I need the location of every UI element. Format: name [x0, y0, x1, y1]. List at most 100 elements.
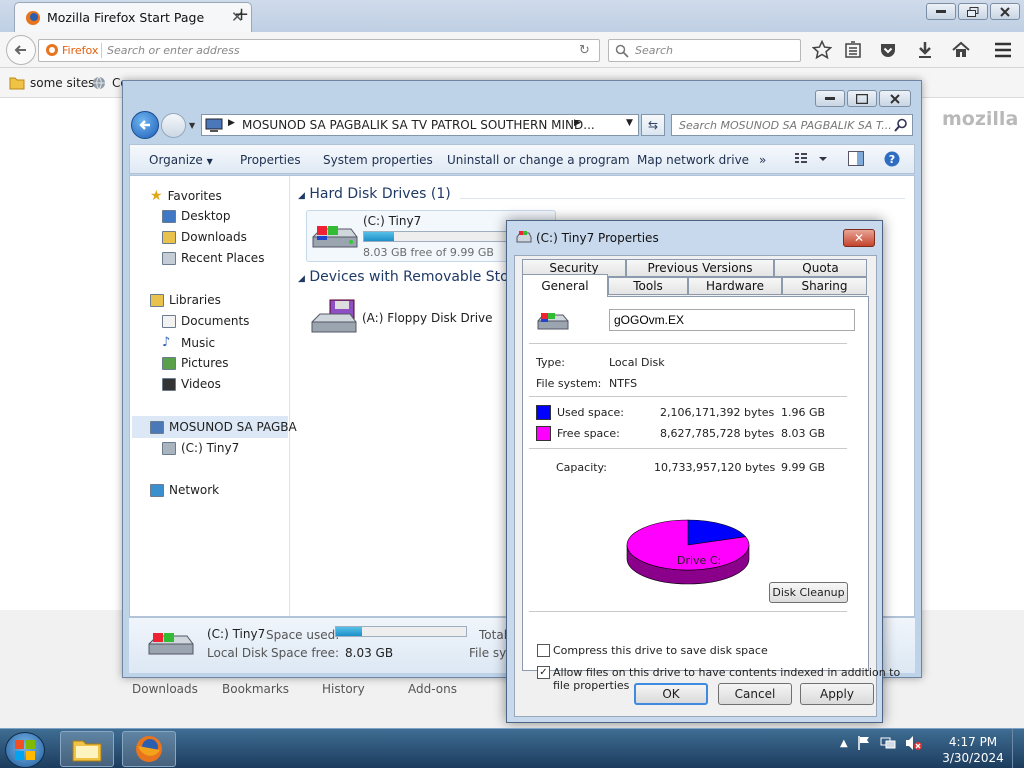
- tab-tools[interactable]: Tools: [608, 277, 688, 295]
- organize-button[interactable]: Organize ▼: [149, 153, 213, 167]
- floppy-drive-name[interactable]: (A:) Floppy Disk Drive: [362, 311, 493, 325]
- tab-sharing[interactable]: Sharing: [782, 277, 867, 295]
- libraries-icon: [150, 293, 164, 307]
- bookmark-some-sites[interactable]: some sites: [30, 76, 94, 90]
- nav-pictures[interactable]: Pictures: [162, 356, 229, 370]
- start-button[interactable]: [5, 732, 45, 768]
- compress-label: Compress this drive to save disk space: [553, 644, 768, 657]
- breadcrumb[interactable]: MOSUNOD SA PAGBALIK SA TV PATROL SOUTHER…: [242, 118, 595, 132]
- index-label-line1: Allow files on this drive to have conten…: [553, 666, 901, 679]
- views-icon[interactable]: [794, 152, 830, 166]
- taskbar-explorer-button[interactable]: [60, 731, 114, 767]
- reading-list-icon[interactable]: [844, 40, 862, 60]
- disk-cleanup-button[interactable]: Disk Cleanup: [769, 582, 848, 603]
- search-icon: [615, 44, 629, 58]
- minimize-button[interactable]: [926, 3, 956, 20]
- nav-desktop[interactable]: Desktop: [162, 209, 231, 223]
- star-icon[interactable]: [812, 40, 832, 60]
- forward-button[interactable]: [161, 113, 186, 138]
- used-space-bytes: 2,106,171,392 bytes: [660, 406, 775, 419]
- preview-pane-icon[interactable]: [848, 151, 864, 166]
- system-tray: ▲: [840, 735, 923, 751]
- folder-icon: [9, 76, 25, 90]
- cancel-button[interactable]: Cancel: [718, 683, 792, 705]
- group-removable-storage[interactable]: ◢ Devices with Removable Stora: [298, 269, 523, 285]
- back-button[interactable]: [6, 35, 36, 65]
- reload-icon[interactable]: ↻: [579, 43, 590, 58]
- history-link[interactable]: History: [322, 682, 365, 696]
- nav-music[interactable]: ♪ Music: [162, 335, 215, 350]
- system-properties-button[interactable]: System properties: [323, 153, 433, 167]
- volume-muted-icon[interactable]: [905, 735, 923, 751]
- network-icon[interactable]: [880, 735, 896, 751]
- tab-previous-versions[interactable]: Previous Versions: [626, 259, 774, 277]
- clock-date[interactable]: 3/30/2024: [942, 751, 1004, 765]
- used-space-swatch: [536, 405, 551, 420]
- recent-pages-icon[interactable]: ▼: [189, 121, 195, 130]
- nav-network[interactable]: Network: [150, 483, 219, 497]
- group-hard-disk-drives[interactable]: ◢ Hard Disk Drives (1): [298, 186, 451, 202]
- nav-computer[interactable]: MOSUNOD SA PAGBA: [150, 420, 297, 434]
- index-checkbox[interactable]: ✓: [537, 666, 550, 679]
- search-input[interactable]: Search MOSUNOD SA PAGBALIK SA T...: [671, 114, 913, 136]
- taskbar-firefox-button[interactable]: [122, 731, 176, 767]
- capacity-label: Capacity:: [556, 461, 607, 474]
- compress-checkbox[interactable]: [537, 644, 550, 657]
- nav-recent-places[interactable]: Recent Places: [162, 251, 264, 265]
- ok-button[interactable]: OK: [634, 683, 708, 705]
- minimize-button[interactable]: [815, 90, 845, 107]
- identity-box[interactable]: Firefox: [45, 43, 98, 57]
- menu-icon[interactable]: [993, 40, 1013, 60]
- nav-videos[interactable]: Videos: [162, 377, 221, 391]
- back-button[interactable]: [131, 111, 159, 139]
- addons-link[interactable]: Add-ons: [408, 682, 457, 696]
- tab-general[interactable]: General: [522, 274, 608, 297]
- hard-drive-icon: [311, 223, 359, 253]
- address-bar[interactable]: ▶ MOSUNOD SA PAGBALIK SA TV PATROL SOUTH…: [201, 114, 639, 136]
- close-button[interactable]: [879, 90, 911, 107]
- home-icon[interactable]: [951, 40, 971, 60]
- new-tab-button[interactable]: +: [234, 4, 249, 25]
- breadcrumb-chevron-icon[interactable]: ▶: [574, 118, 581, 128]
- browser-tab[interactable]: Mozilla Firefox Start Page ✕: [14, 2, 252, 32]
- chevron-down-icon[interactable]: ▼: [626, 118, 633, 128]
- nav-downloads[interactable]: Downloads: [162, 230, 247, 244]
- firefox-icon: [25, 10, 41, 26]
- show-desktop-button[interactable]: [1012, 729, 1024, 768]
- clock-time[interactable]: 4:17 PM: [942, 735, 1004, 749]
- details-space-free: 8.03 GB: [345, 646, 394, 660]
- more-commands-button[interactable]: »: [759, 153, 766, 167]
- dialog-title: (C:) Tiny7 Properties: [536, 231, 659, 245]
- search-input[interactable]: Search: [608, 39, 801, 62]
- computer-icon: [150, 420, 164, 434]
- arrow-left-icon: [139, 120, 150, 130]
- nav-libraries[interactable]: Libraries: [150, 293, 221, 307]
- close-button[interactable]: [990, 3, 1020, 20]
- apply-button[interactable]: Apply: [800, 683, 874, 705]
- nav-documents[interactable]: Documents: [162, 314, 249, 328]
- url-bar[interactable]: Firefox Search or enter address ↻: [38, 39, 600, 62]
- bookmarks-link[interactable]: Bookmarks: [222, 682, 289, 696]
- help-icon[interactable]: ?: [884, 151, 900, 167]
- maximize-button[interactable]: [958, 3, 988, 20]
- command-bar: Organize ▼ Properties System properties …: [129, 144, 915, 174]
- show-hidden-icons-icon[interactable]: ▲: [840, 738, 848, 749]
- dialog-close-button[interactable]: ✕: [843, 229, 875, 247]
- tab-quota[interactable]: Quota: [774, 259, 867, 277]
- tab-hardware[interactable]: Hardware: [688, 277, 782, 295]
- map-network-drive-button[interactable]: Map network drive: [637, 153, 749, 167]
- volume-label-input[interactable]: [609, 309, 855, 331]
- pocket-icon[interactable]: [878, 40, 898, 60]
- uninstall-program-button[interactable]: Uninstall or change a program: [447, 153, 630, 167]
- maximize-button[interactable]: [847, 90, 877, 107]
- refresh-icon: ⇆: [647, 118, 659, 132]
- properties-button[interactable]: Properties: [240, 153, 301, 167]
- download-icon[interactable]: [916, 40, 934, 60]
- refresh-button[interactable]: ⇆: [641, 114, 665, 136]
- action-center-flag-icon[interactable]: [857, 735, 871, 751]
- globe-icon: [92, 76, 106, 90]
- nav-favorites[interactable]: ★ Favorites: [150, 188, 222, 204]
- downloads-link[interactable]: Downloads: [132, 682, 198, 696]
- nav-drive-c[interactable]: (C:) Tiny7: [162, 441, 239, 455]
- breadcrumb-chevron-icon[interactable]: ▶: [228, 118, 235, 128]
